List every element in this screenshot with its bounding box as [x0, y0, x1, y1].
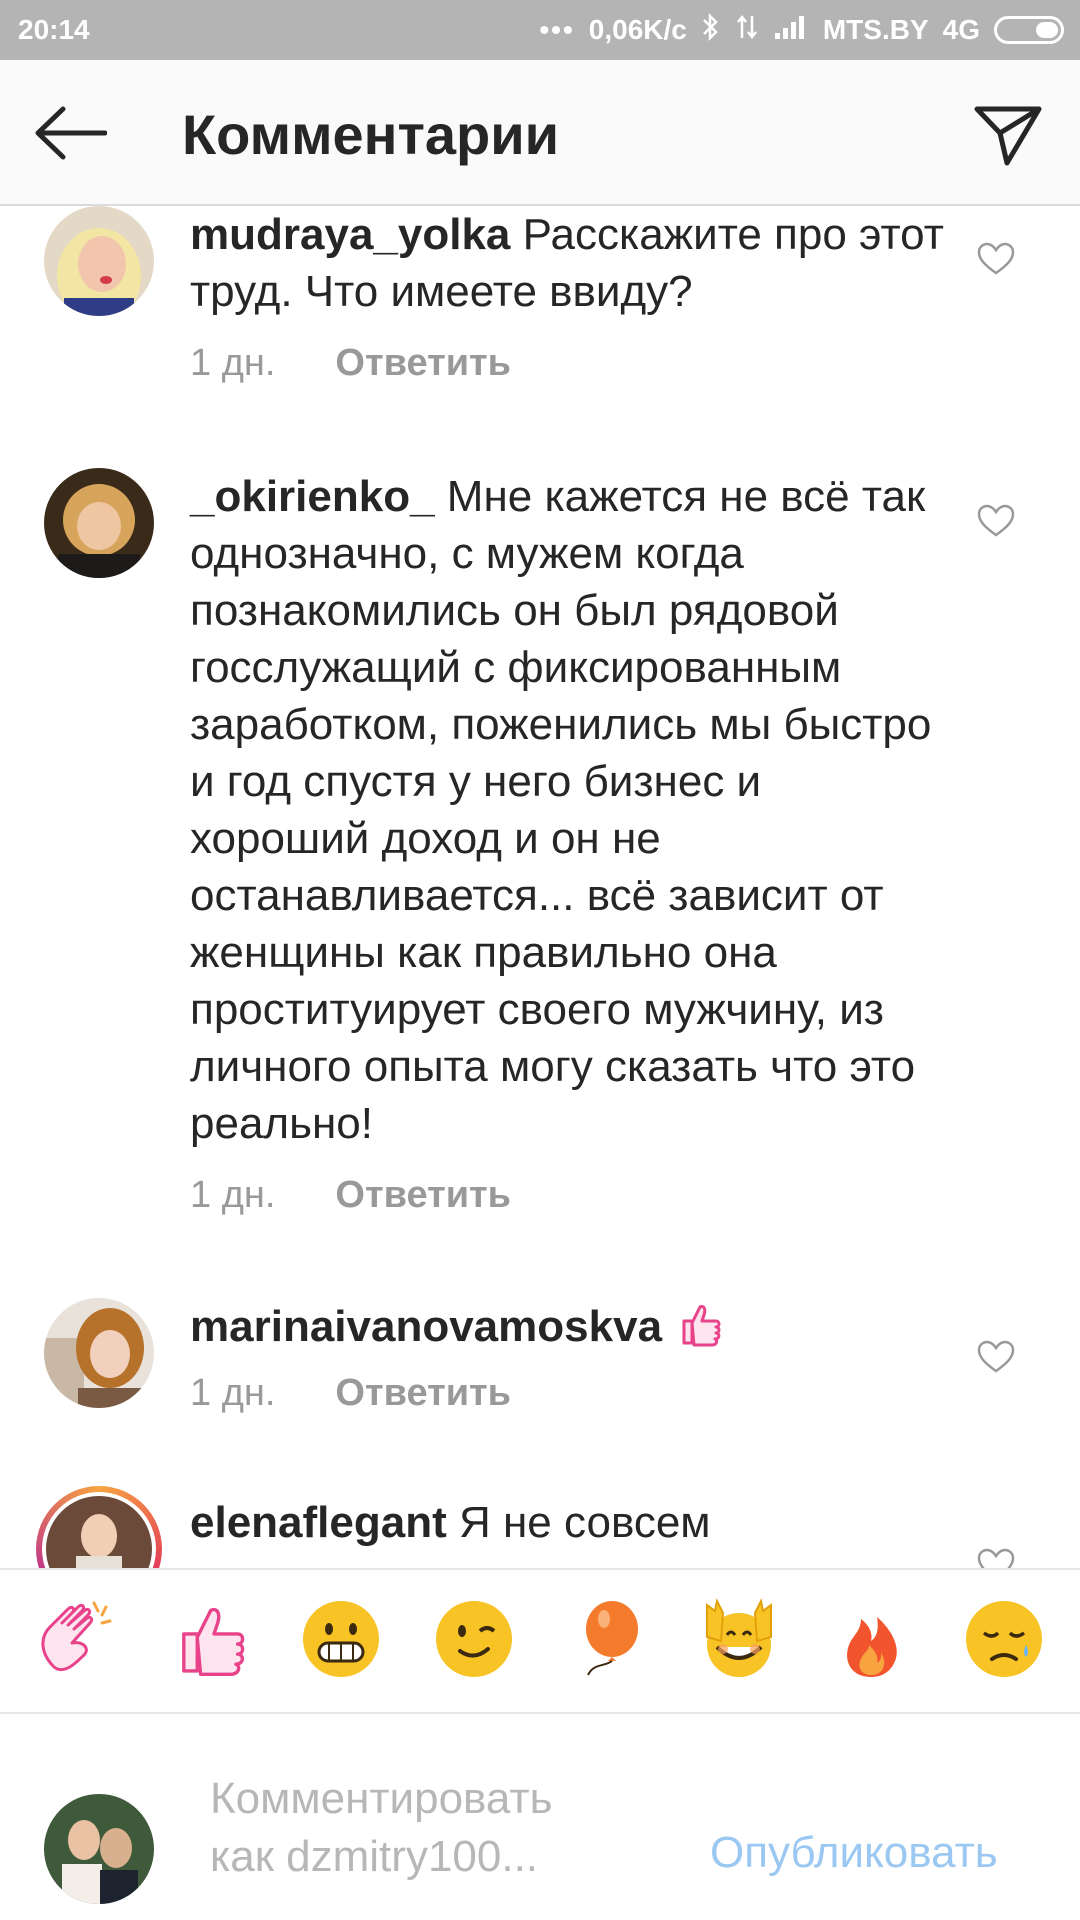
fire-icon — [829, 1597, 913, 1686]
bluetooth-icon — [701, 12, 721, 49]
like-button[interactable] — [975, 240, 1017, 282]
sad-face-emoji-button[interactable] — [959, 1596, 1049, 1686]
fire-emoji-button[interactable] — [826, 1596, 916, 1686]
heart-icon — [977, 1548, 1015, 1568]
paper-plane-icon — [973, 101, 1043, 172]
reply-button[interactable]: Ответить — [335, 1174, 511, 1217]
comments-list[interactable]: mudraya_yolka Расскажите про этот труд. … — [0, 206, 1080, 1568]
header: Комментарии — [0, 60, 1080, 206]
avatar[interactable] — [44, 468, 154, 578]
comment-time: 1 дн. — [190, 342, 276, 384]
comment-placeholder-line2: как dzmitry100... — [210, 1832, 539, 1881]
raising-hands-face-emoji-button[interactable] — [694, 1596, 784, 1686]
reply-button[interactable]: Ответить — [335, 342, 511, 385]
emoji-quick-bar — [0, 1568, 1080, 1714]
like-button[interactable] — [975, 1546, 1017, 1568]
thumbs-up-icon — [167, 1597, 251, 1686]
heart-icon — [977, 242, 1015, 281]
comment-username[interactable]: marinaivanovamoskva — [190, 1302, 662, 1351]
status-bar: 20:14 ••• 0,06K/c MTS.BY 4G — [0, 0, 1080, 60]
my-avatar — [44, 1794, 154, 1904]
grinning-face-emoji-button[interactable] — [296, 1596, 386, 1686]
network-type-label: 4G — [942, 14, 980, 45]
heart-icon — [977, 1340, 1015, 1379]
winking-face-emoji-button[interactable] — [429, 1596, 519, 1686]
reply-button[interactable]: Ответить — [335, 1372, 511, 1415]
status-indicators: ••• 0,06K/c MTS.BY 4G — [539, 12, 1064, 49]
comment-text: Мне кажется не всё так однозначно, с муж… — [190, 472, 932, 1148]
comment-time: 1 дн. — [190, 1174, 276, 1216]
back-arrow-icon — [33, 106, 108, 165]
direct-share-button[interactable] — [968, 96, 1048, 176]
comment-body: elenaflegant Я не совсем — [190, 1494, 950, 1551]
comment-placeholder-line1: Комментировать — [210, 1774, 553, 1823]
like-button[interactable] — [975, 502, 1017, 544]
comment-username[interactable]: _okirienko_ — [190, 472, 435, 521]
comment-text: Я не совсем — [458, 1498, 711, 1547]
status-dots: ••• — [539, 14, 575, 45]
balloon-icon — [564, 1597, 648, 1686]
page-title: Комментарии — [182, 103, 560, 166]
like-button[interactable] — [975, 1338, 1017, 1380]
comment-composer: Комментировать как dzmitry100... Опублик… — [0, 1714, 1080, 1920]
thumbs-up-emoji-icon — [674, 1302, 724, 1351]
avatar[interactable] — [44, 1298, 154, 1408]
balloon-emoji-button[interactable] — [561, 1596, 651, 1686]
clapping-hands-icon — [34, 1597, 118, 1686]
comment-username[interactable]: elenaflegant — [190, 1498, 447, 1547]
comment-time: 1 дн. — [190, 1372, 276, 1414]
avatar[interactable] — [44, 206, 154, 316]
comment-meta: 1 дн. Ответить — [190, 342, 511, 385]
back-button[interactable] — [30, 100, 110, 170]
carrier-label: MTS.BY — [822, 14, 929, 45]
raising-hands-face-icon — [697, 1597, 781, 1686]
story-avatar[interactable] — [36, 1486, 162, 1568]
grinning-face-icon — [299, 1597, 383, 1686]
data-arrows-icon — [735, 12, 759, 49]
winking-face-icon — [432, 1597, 516, 1686]
comment-meta: 1 дн. Ответить — [190, 1174, 511, 1217]
battery-icon — [994, 16, 1064, 44]
clapping-hands-emoji-button[interactable] — [31, 1596, 121, 1686]
sad-face-icon — [962, 1597, 1046, 1686]
comment-body: _okirienko_ Мне кажется не всё так одноз… — [190, 468, 950, 1152]
publish-button[interactable]: Опубликовать — [710, 1828, 998, 1878]
comment-body: marinaivanovamoskva — [190, 1298, 950, 1355]
network-speed: 0,06K/c — [588, 14, 687, 45]
status-time: 20:14 — [18, 14, 90, 45]
comment-input[interactable]: Комментировать как dzmitry100... — [210, 1770, 690, 1886]
signal-icon — [773, 13, 809, 48]
comment-username[interactable]: mudraya_yolka — [190, 210, 510, 259]
comment-body: mudraya_yolka Расскажите про этот труд. … — [190, 206, 950, 320]
heart-icon — [977, 504, 1015, 543]
thumbs-up-emoji-button[interactable] — [164, 1596, 254, 1686]
comment-meta: 1 дн. Ответить — [190, 1372, 511, 1415]
